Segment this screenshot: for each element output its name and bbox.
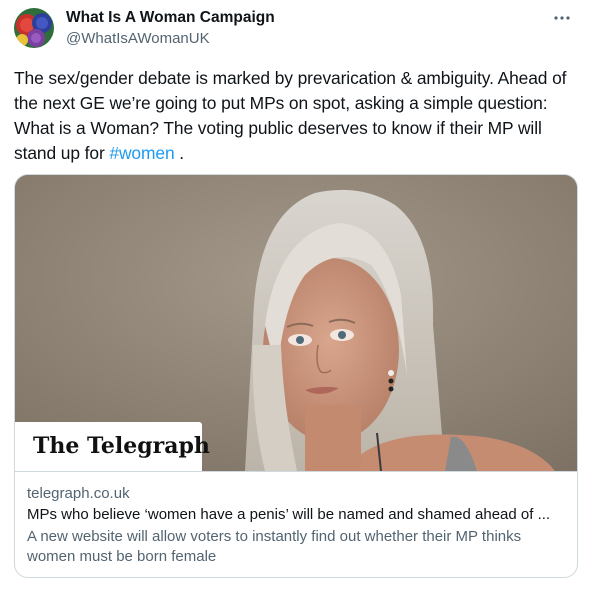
tweet: What Is A Woman Campaign @WhatIsAWomanUK…	[0, 0, 592, 589]
author-name[interactable]: What Is A Woman Campaign	[66, 8, 275, 28]
tweet-text-end: .	[174, 143, 184, 163]
tweet-text-main: The sex/gender debate is marked by preva…	[14, 68, 567, 163]
card-description: A new website will allow voters to insta…	[27, 528, 522, 565]
campaign-badges-avatar-icon	[14, 8, 54, 48]
link-preview-card[interactable]: The Telegraph telegraph.co.uk MPs who be…	[14, 174, 578, 578]
more-options-button[interactable]	[550, 6, 574, 30]
author-handle[interactable]: @WhatIsAWomanUK	[66, 29, 210, 49]
card-title[interactable]: MPs who believe ‘women have a penis’ wil…	[27, 505, 567, 525]
card-image[interactable]: The Telegraph	[15, 175, 577, 471]
more-horizontal-icon	[554, 16, 570, 20]
telegraph-logo: The Telegraph	[33, 433, 210, 459]
profile-avatar[interactable]	[14, 8, 54, 48]
card-domain[interactable]: telegraph.co.uk	[27, 484, 130, 504]
tweet-text: The sex/gender debate is marked by preva…	[14, 66, 580, 166]
card-divider	[15, 471, 577, 472]
hashtag-link[interactable]: #women	[109, 143, 174, 163]
publisher-badge: The Telegraph	[15, 422, 210, 471]
